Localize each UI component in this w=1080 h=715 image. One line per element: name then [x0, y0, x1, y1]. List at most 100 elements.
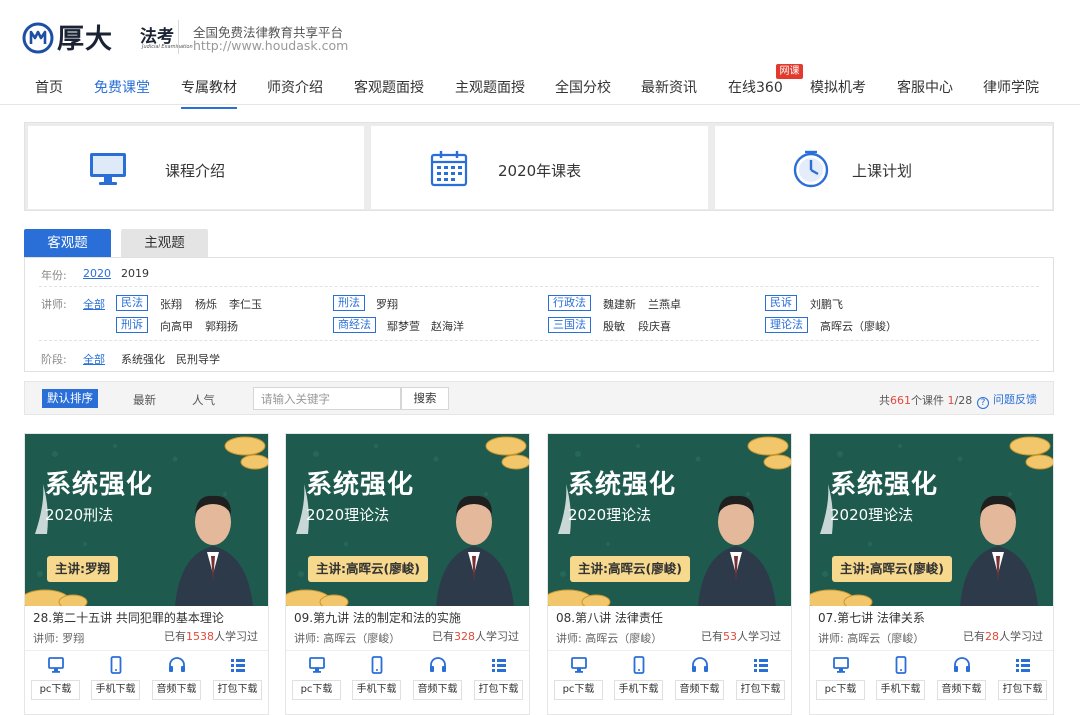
sort-latest-button[interactable]: 最新: [133, 392, 156, 408]
card-divider: [286, 650, 529, 651]
teacher-name[interactable]: 杨烁: [195, 296, 217, 312]
nav-item-branches[interactable]: 全国分校: [555, 77, 611, 97]
headphones-icon: [168, 657, 185, 672]
feature-course-intro[interactable]: 课程介绍: [28, 126, 364, 209]
thumbnail-subtitle: 2020理论法: [830, 506, 914, 524]
phone-icon: [633, 656, 644, 674]
nav-item-mock-exam[interactable]: 模拟机考: [810, 77, 866, 97]
year-option-2020[interactable]: 2020: [83, 267, 111, 280]
feedback-label: 问题反馈: [993, 393, 1037, 406]
feedback-link[interactable]: ? 问题反馈: [977, 391, 1037, 409]
search-input[interactable]: [253, 387, 401, 410]
teacher-name[interactable]: 李仁玉: [229, 296, 262, 312]
teacher-name[interactable]: 高晖云（廖峻）: [820, 318, 897, 334]
subject-tag-administrative[interactable]: 行政法: [548, 295, 591, 311]
nav-item-textbooks[interactable]: 专属教材: [181, 77, 237, 109]
teacher-name[interactable]: 兰燕卓: [648, 296, 681, 312]
pc-download-button[interactable]: pc下载: [31, 656, 80, 700]
download-label: 音频下载: [413, 680, 462, 700]
subject-tag-theory[interactable]: 理论法: [765, 317, 808, 333]
course-teacher: 讲师: 高晖云（廖峻）: [818, 632, 925, 645]
course-title[interactable]: 08.第八讲 法律责任: [556, 609, 786, 626]
course-title[interactable]: 07.第七讲 法律关系: [818, 609, 1048, 626]
logo-sub-small: Judicial Examination: [142, 44, 193, 50]
teacher-name[interactable]: 殷敏: [603, 318, 625, 334]
nav-item-free-class[interactable]: 免费课堂: [94, 77, 150, 97]
search-button[interactable]: 搜索: [401, 387, 449, 410]
phone-download-button[interactable]: 手机下载: [352, 656, 401, 700]
nav-item-online360[interactable]: 在线360: [728, 77, 783, 97]
download-label: 音频下载: [675, 680, 724, 700]
nav-item-lawyer-academy[interactable]: 律师学院: [983, 77, 1039, 97]
tab-objective[interactable]: 客观题: [24, 229, 111, 257]
course-thumbnail[interactable]: 系统强化 2020理论法 主讲:高晖云(廖峻): [548, 434, 791, 606]
thumbnail-title: 系统强化: [830, 470, 939, 500]
package-download-button[interactable]: 打包下载: [213, 656, 262, 700]
teacher-label: 讲师:: [41, 298, 67, 311]
package-download-button[interactable]: 打包下载: [474, 656, 523, 700]
course-thumbnail[interactable]: 系统强化 2020刑法 主讲:罗翔: [25, 434, 268, 606]
subject-tag-criminal-procedure[interactable]: 刑诉: [116, 317, 148, 333]
subject-tag-criminal[interactable]: 刑法: [333, 295, 365, 311]
subject-tag-civil-procedure[interactable]: 民诉: [765, 295, 797, 311]
teacher-name[interactable]: 郭翔扬: [205, 318, 238, 334]
stage-option-all[interactable]: 全部: [83, 351, 105, 367]
course-teacher: 讲师: 罗翔: [33, 632, 85, 645]
sort-popular-button[interactable]: 人气: [192, 392, 215, 408]
teacher-name[interactable]: 鄢梦萱: [387, 318, 420, 334]
year-label: 年份:: [41, 269, 67, 282]
teacher-name[interactable]: 魏建新: [603, 296, 636, 312]
nav-item-objective-class[interactable]: 客观题面授: [354, 77, 424, 97]
phone-download-button[interactable]: 手机下载: [614, 656, 663, 700]
teacher-name[interactable]: 罗翔: [376, 296, 398, 312]
logo-name[interactable]: 厚大: [57, 17, 113, 56]
nav-item-service[interactable]: 客服中心: [897, 77, 953, 97]
audio-download-button[interactable]: 音频下载: [937, 656, 986, 700]
teacher-name[interactable]: 段庆喜: [638, 318, 671, 334]
pc-download-button[interactable]: pc下载: [816, 656, 865, 700]
learned-number: 328: [454, 630, 475, 643]
teacher-name[interactable]: 张翔: [160, 296, 182, 312]
page-total: /28: [954, 394, 973, 407]
course-title[interactable]: 28.第二十五讲 共同犯罪的基本理论: [33, 609, 263, 626]
nav-item-news[interactable]: 最新资讯: [641, 77, 697, 97]
feature-label: 2020年课表: [498, 162, 582, 180]
nav-item-home[interactable]: 首页: [35, 77, 63, 97]
audio-download-button[interactable]: 音频下载: [675, 656, 724, 700]
stage-option-system[interactable]: 系统强化: [121, 351, 165, 367]
learned-number: 53: [723, 630, 737, 643]
feature-label: 课程介绍: [165, 162, 226, 180]
subject-tag-commercial[interactable]: 商经法: [333, 317, 376, 333]
teacher-name[interactable]: 刘鹏飞: [810, 296, 843, 312]
teacher-name[interactable]: 赵海洋: [431, 318, 464, 334]
nav-item-teachers[interactable]: 师资介绍: [267, 77, 323, 97]
feature-schedule[interactable]: 2020年课表: [371, 126, 708, 209]
houda-logo-icon[interactable]: [22, 22, 54, 54]
audio-download-button[interactable]: 音频下载: [413, 656, 462, 700]
package-download-button[interactable]: 打包下载: [998, 656, 1047, 700]
download-label: 打包下载: [736, 680, 785, 700]
course-thumbnail[interactable]: 系统强化 2020理论法 主讲:高晖云(廖峻): [286, 434, 529, 606]
tab-subjective[interactable]: 主观题: [121, 229, 208, 257]
subject-tag-international[interactable]: 三国法: [548, 317, 591, 333]
year-option-2019[interactable]: 2019: [121, 267, 149, 280]
phone-download-button[interactable]: 手机下载: [91, 656, 140, 700]
main-nav: 首页 免费课堂 专属教材 师资介绍 客观题面授 主观题面授 全国分校 最新资讯 …: [0, 68, 1080, 109]
stage-option-guide[interactable]: 民刑导学: [176, 351, 220, 367]
feature-plan[interactable]: 上课计划: [715, 126, 1052, 209]
pc-download-button[interactable]: pc下载: [292, 656, 341, 700]
nav-item-subjective-class[interactable]: 主观题面授: [455, 77, 525, 97]
learned-prefix: 已有: [432, 630, 454, 643]
pc-download-button[interactable]: pc下载: [554, 656, 603, 700]
phone-download-button[interactable]: 手机下载: [876, 656, 925, 700]
teacher-option-all[interactable]: 全部: [83, 296, 105, 312]
subject-tag-civil[interactable]: 民法: [116, 295, 148, 311]
download-label: 打包下载: [213, 680, 262, 700]
sort-default-button[interactable]: 默认排序: [42, 389, 98, 408]
package-download-button[interactable]: 打包下载: [736, 656, 785, 700]
teacher-name[interactable]: 向高甲: [160, 318, 193, 334]
course-teacher: 讲师: 高晖云（廖峻）: [556, 632, 663, 645]
course-title[interactable]: 09.第九讲 法的制定和法的实施: [294, 609, 524, 626]
course-thumbnail[interactable]: 系统强化 2020理论法 主讲:高晖云(廖峻): [810, 434, 1053, 606]
audio-download-button[interactable]: 音频下载: [152, 656, 201, 700]
